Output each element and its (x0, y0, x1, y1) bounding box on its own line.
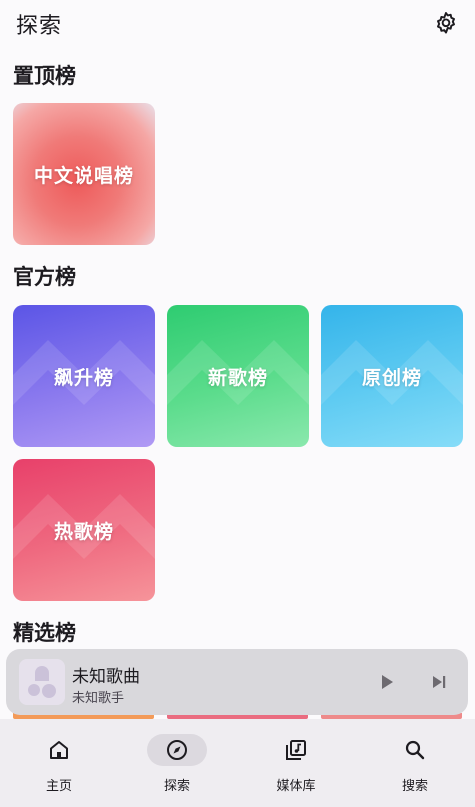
bottom-nav: 主页 探索 媒体库 搜索 (0, 719, 475, 807)
library-icon (286, 740, 306, 760)
section-title-pinned: 置顶榜 (13, 64, 76, 88)
nav-item-library[interactable]: 媒体库 (237, 719, 355, 807)
track-title: 未知歌曲 (72, 667, 140, 687)
track-artist: 未知歌手 (72, 691, 125, 706)
play-icon[interactable] (374, 670, 398, 694)
tile-label: 新歌榜 (207, 366, 268, 389)
nav-item-explore[interactable]: 探索 (118, 719, 236, 807)
page-title: 探索 (16, 14, 63, 39)
album-placeholder-icon (28, 666, 56, 698)
section-title-official: 官方榜 (13, 265, 76, 289)
nav-label: 主页 (45, 779, 72, 794)
home-icon (50, 741, 68, 759)
nav-item-search[interactable]: 搜索 (356, 719, 474, 807)
gear-icon[interactable] (433, 10, 459, 36)
skip-next-icon[interactable] (427, 670, 451, 694)
nav-item-home[interactable]: 主页 (0, 719, 118, 807)
nav-label: 探索 (163, 779, 190, 794)
nav-label: 搜索 (401, 779, 428, 794)
top-bar: 探索 (0, 0, 475, 46)
tile-label: 中文说唱榜 (33, 164, 134, 187)
nav-label: 媒体库 (276, 779, 316, 794)
tile-label: 热歌榜 (53, 520, 114, 543)
tile-label: 原创榜 (361, 366, 422, 389)
chart-tile-new-songs[interactable]: 新歌榜 (167, 305, 309, 447)
search-icon (405, 740, 425, 760)
chart-tile-soaring[interactable]: 飙升榜 (13, 305, 155, 447)
chart-tile-hot-songs[interactable]: 热歌榜 (13, 459, 155, 601)
section-title-featured: 精选榜 (13, 621, 76, 645)
compass-icon (167, 740, 187, 760)
tile-label: 飙升榜 (53, 366, 114, 389)
chart-tile-original[interactable]: 原创榜 (321, 305, 463, 447)
album-art (19, 659, 65, 705)
chart-tile-chinese-rap[interactable]: 中文说唱榜 (13, 103, 155, 245)
mini-player[interactable]: 未知歌曲 未知歌手 (6, 649, 468, 715)
